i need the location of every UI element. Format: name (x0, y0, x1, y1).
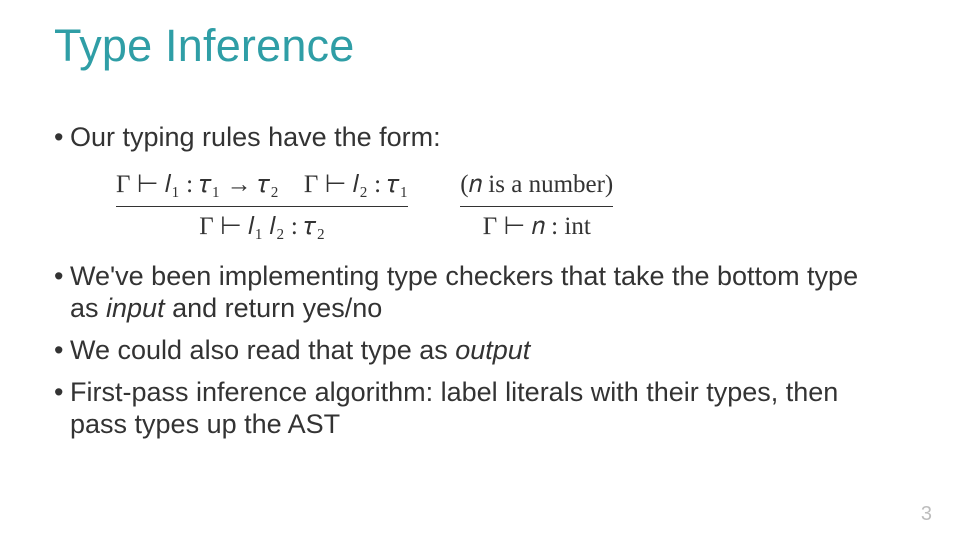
bullet-1: •Our typing rules have the form: (54, 122, 904, 154)
bullet-3-text: We could also read that type as output (70, 335, 890, 367)
bullet-dot: • (54, 377, 70, 409)
bullet-3-pre: We could also read that type as (70, 335, 455, 365)
bullet-dot: • (54, 122, 70, 154)
bullet-4: •First-pass inference algorithm: label l… (54, 377, 904, 441)
rule-app-premise-left: Γ ⊢ 𝑙₁ : 𝜏₁ → 𝜏₂ (116, 171, 279, 198)
slide-title: Type Inference (54, 20, 355, 72)
rule-int-bar (460, 206, 613, 207)
inference-rules: Γ ⊢ 𝑙₁ : 𝜏₁ → 𝜏₂ Γ ⊢ 𝑙₂ : 𝜏₁ Γ ⊢ 𝑙₁ 𝑙₂ :… (116, 168, 904, 244)
bullet-2-text: We've been implementing type checkers th… (70, 261, 890, 325)
bullet-4-text: First-pass inference algorithm: label li… (70, 377, 890, 441)
page-number: 3 (921, 503, 932, 526)
rule-app-premise: Γ ⊢ 𝑙₁ : 𝜏₁ → 𝜏₂ Γ ⊢ 𝑙₂ : 𝜏₁ (116, 168, 408, 202)
rule-app-premise-right: Γ ⊢ 𝑙₂ : 𝜏₁ (304, 171, 408, 198)
bullet-3-em: output (455, 335, 530, 365)
rule-int: (𝑛 is a number) Γ ⊢ 𝑛 : int (460, 168, 613, 244)
rule-app-bar (116, 206, 408, 207)
rule-int-conclusion: Γ ⊢ 𝑛 : int (483, 210, 591, 244)
bullet-dot: • (54, 335, 70, 367)
bullet-dot: • (54, 261, 70, 293)
bullet-2-post: and return yes/no (165, 293, 383, 323)
bullet-2: •We've been implementing type checkers t… (54, 261, 904, 325)
slide-body: •Our typing rules have the form: Γ ⊢ 𝑙₁ … (54, 122, 904, 451)
rule-application: Γ ⊢ 𝑙₁ : 𝜏₁ → 𝜏₂ Γ ⊢ 𝑙₂ : 𝜏₁ Γ ⊢ 𝑙₁ 𝑙₂ :… (116, 168, 408, 244)
rule-int-premise: (𝑛 is a number) (460, 168, 613, 202)
bullet-3: •We could also read that type as output (54, 335, 904, 367)
rule-app-conclusion: Γ ⊢ 𝑙₁ 𝑙₂ : 𝜏₂ (199, 210, 325, 244)
bullet-2-em: input (106, 293, 165, 323)
bullet-1-text: Our typing rules have the form: (70, 122, 890, 154)
